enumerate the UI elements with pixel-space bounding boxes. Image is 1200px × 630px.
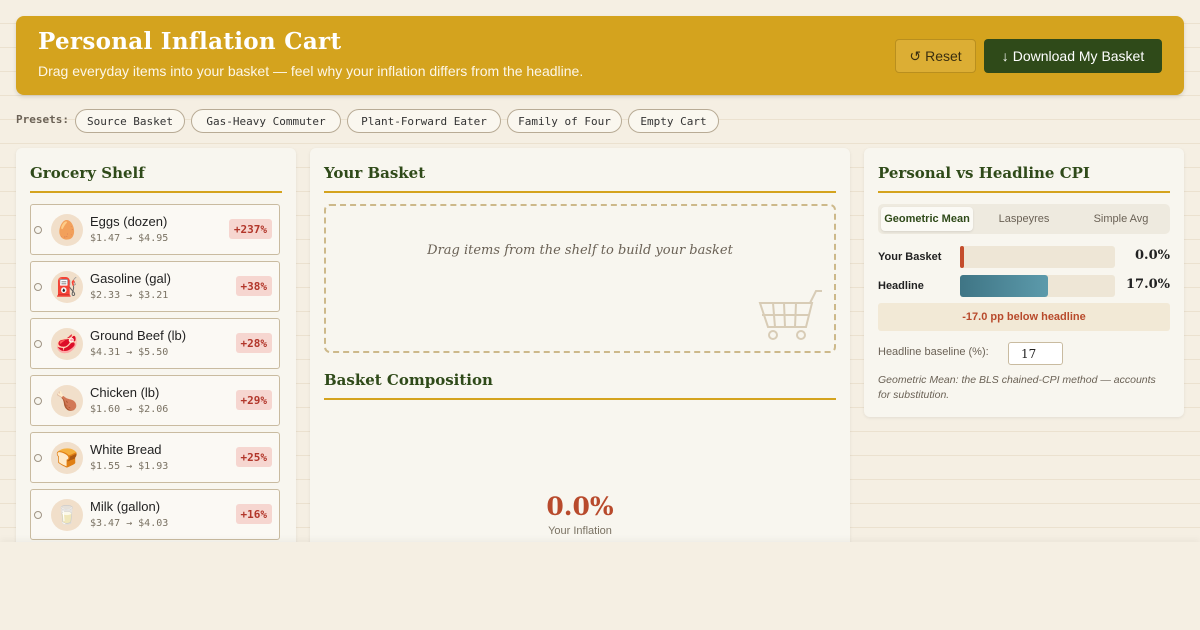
shelf-item-eggs[interactable]: 🥚 Eggs (dozen) $1.47 → $4.95 +237% [30, 204, 280, 255]
meat-icon: 🥩 [51, 328, 83, 360]
cart-icon [758, 290, 822, 340]
reset-button[interactable]: ↺ Reset [895, 39, 976, 73]
app-title: Personal Inflation Cart [38, 28, 342, 55]
method-note: Geometric Mean: the BLS chained-CPI meth… [878, 374, 1156, 401]
shelf-item-chicken[interactable]: 🍗 Chicken (lb) $1.60 → $2.06 +29% [30, 375, 280, 426]
your-basket-value: 0.0% [1135, 248, 1170, 263]
item-price: $2.33 → $3.21 [90, 290, 169, 301]
comparison-panel: Personal vs Headline CPI Geometric Mean … [864, 148, 1184, 417]
shelf-item-milk[interactable]: 🥛 Milk (gallon) $3.47 → $4.03 +16% [30, 489, 280, 540]
composition-title: Basket Composition [324, 371, 493, 389]
tag-hole [34, 340, 42, 348]
comparison-title: Personal vs Headline CPI [878, 164, 1090, 182]
reset-button-label: Reset [925, 48, 962, 64]
item-name: Ground Beef (lb) [90, 328, 187, 343]
basket-title: Your Basket [324, 164, 426, 182]
method-tab-laspeyres[interactable]: Laspeyres [978, 207, 1070, 231]
item-name: White Bread [90, 442, 162, 457]
download-basket-button[interactable]: ↓ Download My Basket [984, 39, 1162, 73]
item-price: $4.31 → $5.50 [90, 347, 169, 358]
page-footer-area [0, 542, 1200, 630]
item-change-badge: +38% [235, 276, 272, 296]
method-tab-geometric-mean[interactable]: Geometric Mean [881, 207, 973, 231]
baseline-label: Headline baseline (%): [878, 346, 989, 358]
your-basket-bar-track [960, 246, 1115, 268]
item-change-badge: +28% [235, 333, 272, 353]
item-price: $1.55 → $1.93 [90, 461, 169, 472]
gap-indicator: -17.0 pp below headline [878, 303, 1170, 331]
your-basket-label: Your Basket [878, 251, 942, 263]
tag-hole [34, 397, 42, 405]
bread-icon: 🍞 [51, 442, 83, 474]
method-tab-simple-avg[interactable]: Simple Avg [1075, 207, 1167, 231]
item-name: Gasoline (gal) [90, 271, 171, 286]
basket-dropzone[interactable]: Drag items from the shelf to build your … [324, 204, 836, 353]
comparison-divider [878, 191, 1170, 193]
item-price: $3.47 → $4.03 [90, 518, 169, 529]
preset-gas-heavy-commuter[interactable]: Gas-Heavy Commuter [191, 109, 341, 133]
preset-source-basket[interactable]: Source Basket [75, 109, 185, 133]
tag-hole [34, 283, 42, 291]
basket-divider [324, 191, 836, 193]
reset-icon: ↺ [909, 47, 922, 64]
egg-icon: 🥚 [51, 214, 83, 246]
shelf-item-white-bread[interactable]: 🍞 White Bread $1.55 → $1.93 +25% [30, 432, 280, 483]
your-inflation-value: 0.0% [546, 492, 614, 521]
headline-baseline-input[interactable] [1008, 342, 1063, 365]
preset-family-of-four[interactable]: Family of Four [507, 109, 622, 133]
shelf-item-gasoline[interactable]: ⛽ Gasoline (gal) $2.33 → $3.21 +38% [30, 261, 280, 312]
your-inflation-label: Your Inflation [548, 525, 612, 537]
app-header: Personal Inflation Cart Drag everyday it… [16, 16, 1184, 95]
item-price: $1.60 → $2.06 [90, 404, 169, 415]
basket-panel: Your Basket Drag items from the shelf to… [310, 148, 850, 568]
download-button-label: Download My Basket [1012, 48, 1145, 64]
item-name: Milk (gallon) [90, 499, 161, 514]
app-subtitle: Drag everyday items into your basket — f… [38, 63, 584, 79]
method-selector: Geometric Mean Laspeyres Simple Avg [878, 204, 1170, 234]
grocery-shelf-panel: Grocery Shelf 🥚 Eggs (dozen) $1.47 → $4.… [16, 148, 296, 568]
headline-label: Headline [878, 280, 924, 292]
item-change-badge: +237% [228, 219, 272, 239]
item-name: Eggs (dozen) [90, 214, 168, 229]
shelf-item-ground-beef[interactable]: 🥩 Ground Beef (lb) $4.31 → $5.50 +28% [30, 318, 280, 369]
preset-plant-forward-eater[interactable]: Plant-Forward Eater [347, 109, 501, 133]
headline-value: 17.0% [1125, 277, 1170, 292]
chicken-leg-icon: 🍗 [51, 385, 83, 417]
download-arrow-icon: ↓ [1001, 48, 1009, 64]
tag-hole [34, 454, 42, 462]
headline-bar [960, 275, 1048, 297]
composition-divider [324, 398, 836, 400]
your-basket-bar [960, 246, 964, 268]
presets-label: Presets: [16, 113, 69, 126]
dropzone-hint: Drag items from the shelf to build your … [427, 243, 733, 258]
shelf-title: Grocery Shelf [30, 164, 145, 182]
item-change-badge: +29% [235, 390, 272, 410]
item-name: Chicken (lb) [90, 385, 160, 400]
shelf-divider [30, 191, 282, 193]
fuel-pump-icon: ⛽ [51, 271, 83, 303]
item-price: $1.47 → $4.95 [90, 233, 169, 244]
headline-bar-track [960, 275, 1115, 297]
item-change-badge: +25% [235, 447, 272, 467]
item-change-badge: +16% [235, 504, 272, 524]
milk-icon: 🥛 [51, 499, 83, 531]
preset-empty-cart[interactable]: Empty Cart [628, 109, 719, 133]
tag-hole [34, 511, 42, 519]
tag-hole [34, 226, 42, 234]
